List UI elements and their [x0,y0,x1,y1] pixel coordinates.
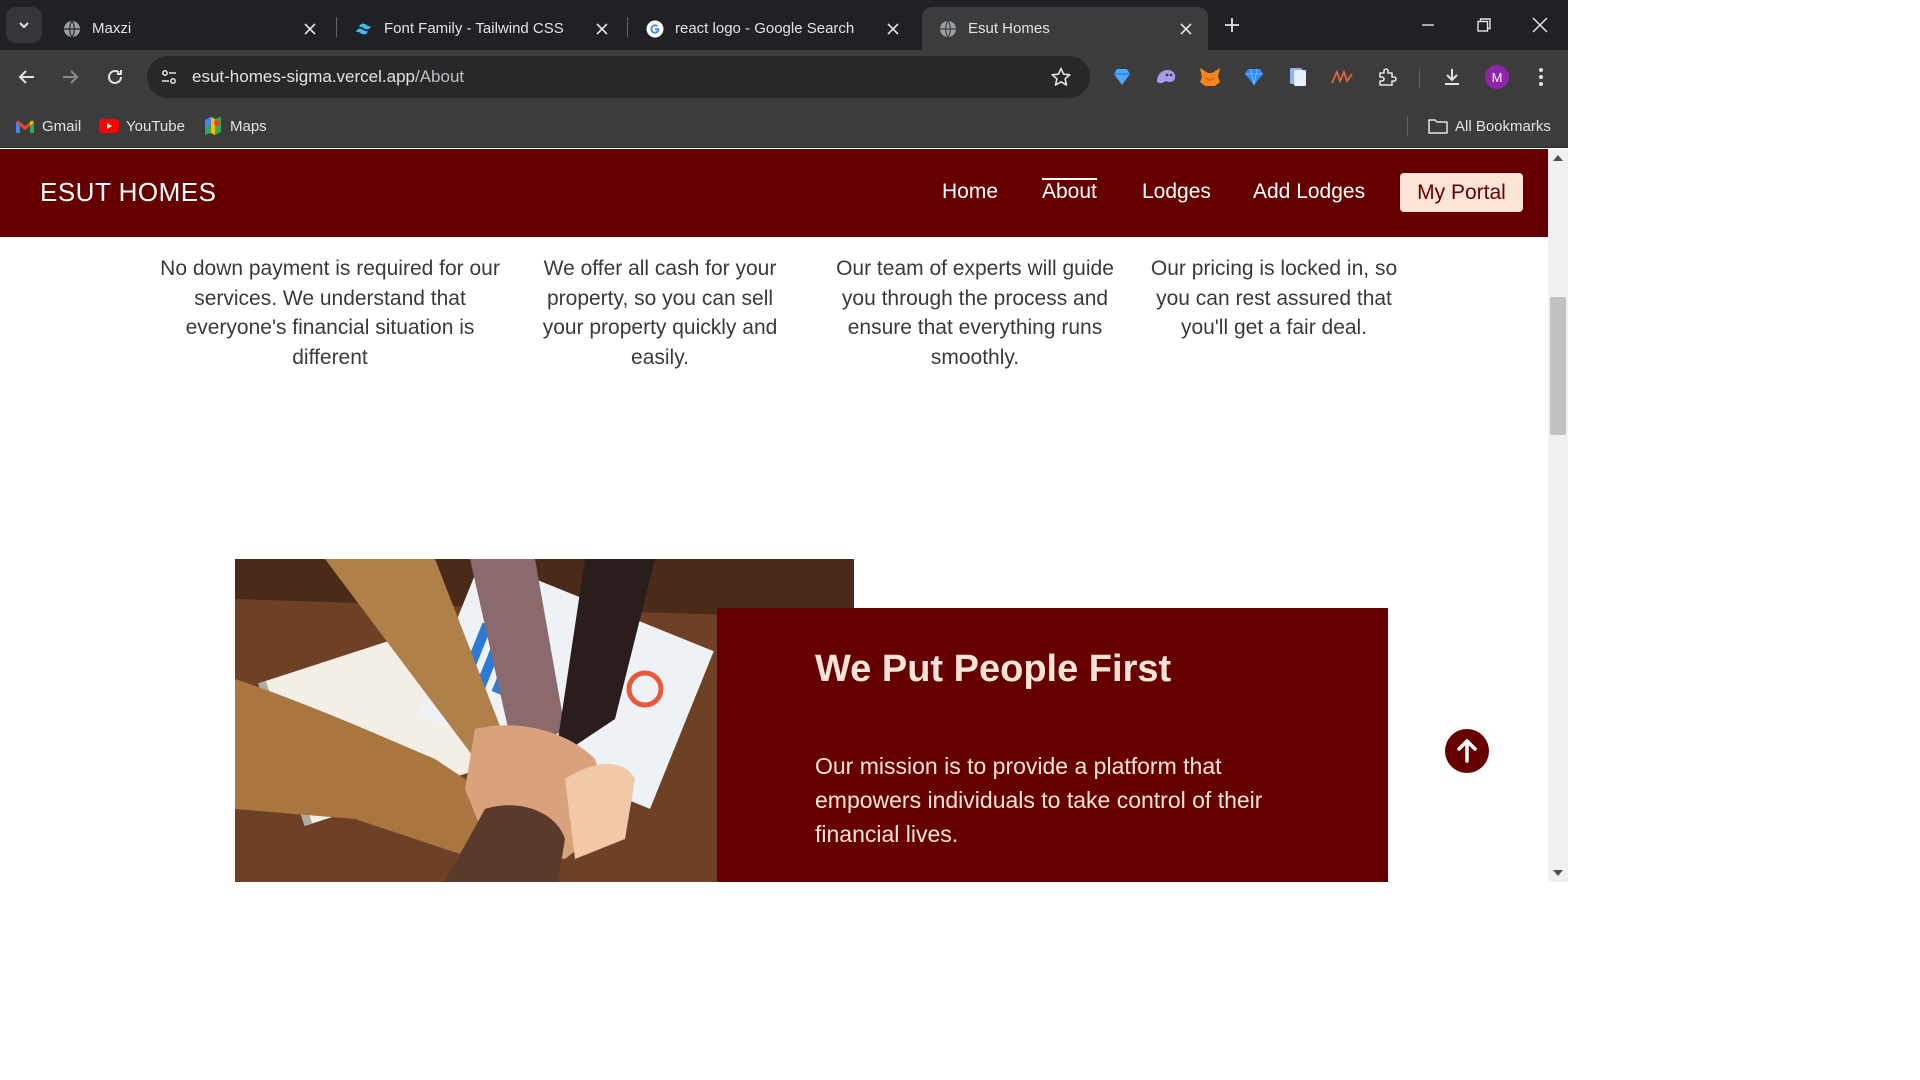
bookmark-youtube[interactable]: YouTube [99,114,185,138]
download-icon[interactable] [1440,65,1464,89]
page-viewport: ESUT HOMES Home About Lodges Add Lodges … [0,149,1548,882]
feature-expert-guidance: Our team of experts will guide you throu… [836,257,1114,369]
arrow-left-icon [18,70,34,84]
browser-toolbar: esut-homes-sigma.vercel.app/About M [0,50,1568,104]
ghost-extension-icon[interactable] [1154,65,1178,89]
kebab-menu-icon[interactable] [1529,65,1553,89]
signature-extension-icon[interactable] [1330,65,1354,89]
page-scrollbar[interactable] [1548,149,1568,882]
minimize-button[interactable] [1400,0,1456,50]
all-bookmarks-button[interactable]: All Bookmarks [1428,114,1551,138]
tab-divider [627,17,628,37]
globe-icon [62,19,82,39]
tab-title: react logo - Google Search [675,20,855,37]
close-window-button[interactable] [1512,0,1568,50]
feature-all-cash: We offer all cash for your property, so … [542,257,778,369]
feature-locked-pricing: Our pricing is locked in, so you can res… [1150,257,1398,339]
nav-home[interactable]: Home [942,180,998,204]
toolbar-divider [1419,68,1420,88]
close-icon [1532,17,1548,33]
reload-icon [108,69,122,84]
url-host: esut-homes-sigma.vercel.app [192,67,415,86]
scroll-up-arrow-icon[interactable] [1553,155,1563,161]
puzzle-extensions-icon[interactable] [1375,65,1399,89]
reload-button[interactable] [99,61,131,93]
tab-maxzi[interactable]: Maxzi [46,7,332,50]
tab-title: Esut Homes [968,20,1050,37]
nav-add-lodges[interactable]: Add Lodges [1253,180,1365,204]
tab-title: Font Family - Tailwind CSS [384,20,564,37]
scroll-thumb[interactable] [1550,297,1566,435]
tailwind-icon [354,19,374,39]
bookmark-maps[interactable]: Maps [203,114,267,138]
folder-icon [1428,116,1448,136]
site-navbar: ESUT HOMES Home About Lodges Add Lodges … [0,149,1548,237]
url-path: /About [414,67,465,86]
chevron-down-icon [19,22,29,29]
google-icon [645,19,665,39]
address-bar[interactable]: esut-homes-sigma.vercel.app/About [147,56,1090,98]
maps-icon [203,116,223,136]
restore-button[interactable] [1456,0,1512,50]
tab-divider [336,17,337,37]
bookmark-gmail[interactable]: Gmail [15,114,81,138]
bookmarks-divider [1407,116,1408,136]
new-tab-button[interactable] [1218,11,1246,39]
metamask-fox-icon[interactable] [1198,65,1222,89]
tab-esut-homes[interactable]: Esut Homes [922,7,1208,50]
scroll-to-top-button[interactable] [1445,729,1489,773]
bookmarks-bar: Gmail YouTube Maps All Bookmarks [0,104,1568,148]
plus-icon [1225,18,1239,32]
arrow-up-icon [1457,739,1477,763]
docs-extension-icon[interactable] [1286,65,1310,89]
tab-search-button[interactable] [6,7,42,43]
close-icon[interactable] [881,17,905,41]
minimize-icon [1422,24,1434,26]
all-bookmarks-label: All Bookmarks [1455,117,1551,135]
bookmark-star-icon[interactable] [1050,66,1072,88]
mission-card: We Put People First Our mission is to pr… [717,608,1388,882]
back-button[interactable] [11,61,43,93]
feature-no-down-payment: No down payment is required for our serv… [160,257,500,369]
globe-icon [938,19,958,39]
tab-title: Maxzi [92,20,132,37]
tab-bar: Maxzi Font Family - Tailwind CSS react l… [0,0,1568,50]
profile-avatar[interactable]: M [1485,65,1509,89]
bookmark-label: Maps [230,117,267,135]
close-icon[interactable] [298,17,322,41]
scroll-down-arrow-icon[interactable] [1553,870,1563,876]
youtube-icon [99,116,119,136]
gem-extension-icon[interactable] [1242,65,1266,89]
mission-text: Our mission is to provide a platform tha… [815,753,1263,847]
tab-tailwind[interactable]: Font Family - Tailwind CSS [338,7,624,50]
tab-google-search[interactable]: react logo - Google Search [629,7,915,50]
restore-icon [1477,18,1491,32]
nav-about[interactable]: About [1042,178,1097,204]
forward-button[interactable] [54,61,86,93]
bookmark-label: YouTube [126,117,185,135]
bookmark-label: Gmail [42,117,82,135]
site-settings-icon[interactable] [157,65,181,89]
nav-lodges[interactable]: Lodges [1142,180,1211,204]
gmail-icon [15,116,35,136]
arrow-right-icon [63,70,79,84]
site-brand[interactable]: ESUT HOMES [40,177,216,208]
my-portal-button[interactable]: My Portal [1400,173,1523,212]
diamond-extension-icon[interactable] [1110,65,1134,89]
close-icon[interactable] [590,17,614,41]
mission-title: We Put People First [815,648,1172,690]
close-icon[interactable] [1174,17,1198,41]
url-text[interactable]: esut-homes-sigma.vercel.app/About [192,67,464,87]
